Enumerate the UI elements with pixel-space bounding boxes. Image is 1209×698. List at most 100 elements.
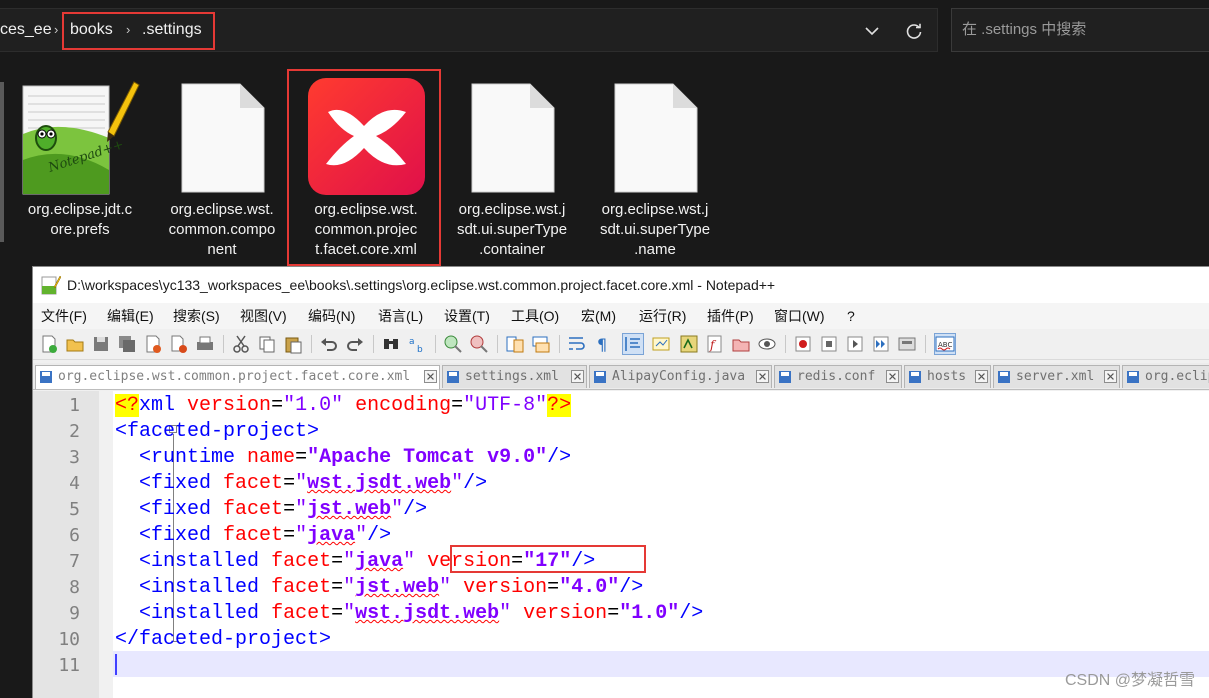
undo-icon[interactable]	[319, 334, 339, 354]
copy-icon[interactable]	[257, 334, 277, 354]
code-line: <fixed facet="java"/>	[139, 524, 392, 547]
replace-icon[interactable]: ab	[407, 334, 427, 354]
code-line: <fixed facet="wst.jsdt.web"/>	[139, 472, 488, 495]
paste-icon[interactable]	[283, 334, 303, 354]
highlight-box-breadcrumb	[62, 12, 215, 50]
refresh-icon[interactable]	[905, 23, 923, 41]
doc-map-icon[interactable]	[679, 334, 699, 354]
close-tab-icon[interactable]	[975, 370, 988, 383]
tab-org-eclipse[interactable]: org.eclipse	[1122, 365, 1209, 388]
folder-workspace-icon[interactable]	[731, 334, 751, 354]
close-file-icon[interactable]	[143, 334, 163, 354]
svg-text:a: a	[409, 337, 415, 347]
tab-settings-xml[interactable]: settings.xml	[442, 365, 587, 388]
menu-plugins[interactable]: 插件(P)	[707, 303, 754, 329]
tab-alipayconfig-java[interactable]: AlipayConfig.java	[589, 365, 772, 388]
chevron-down-icon[interactable]	[864, 25, 880, 37]
menu-bar: 文件(F) 编辑(E) 搜索(S) 视图(V) 编码(N) 语言(L) 设置(T…	[33, 303, 1209, 329]
tab-server-xml[interactable]: server.xml	[993, 365, 1120, 388]
toolbar-separator	[373, 335, 374, 353]
play-macro-icon[interactable]	[845, 334, 865, 354]
search-input[interactable]: 在 .settings 中搜索	[951, 8, 1209, 52]
toolbar-separator	[223, 335, 224, 353]
watermark: CSDN @梦凝哲雪	[1064, 672, 1195, 689]
code-editor[interactable]: 1 2 3 4 5 6 7 8 9 10 11 <?xml version="1…	[33, 391, 1209, 698]
tab-facet-core-xml[interactable]: org.eclipse.wst.common.project.facet.cor…	[35, 365, 440, 389]
save-icon[interactable]	[91, 334, 111, 354]
close-tab-icon[interactable]	[756, 370, 769, 383]
menu-tools[interactable]: 工具(O)	[511, 303, 559, 329]
breadcrumb-workspace[interactable]: ces_ee	[0, 9, 52, 51]
close-tab-icon[interactable]	[424, 370, 437, 383]
close-tab-icon[interactable]	[1104, 370, 1117, 383]
word-wrap-icon[interactable]	[567, 334, 587, 354]
file-saved-icon	[40, 371, 52, 383]
highlight-box-version	[450, 545, 646, 573]
zoom-out-icon[interactable]	[469, 334, 489, 354]
scrollbar[interactable]	[0, 82, 4, 242]
save-all-icon[interactable]	[117, 334, 137, 354]
new-file-icon[interactable]	[39, 334, 59, 354]
breadcrumb-separator-icon: ›	[54, 22, 59, 37]
menu-help[interactable]: ?	[847, 303, 855, 329]
menu-language[interactable]: 语言(L)	[378, 303, 423, 329]
line-number: 2	[69, 421, 80, 442]
menu-window[interactable]: 窗口(W)	[774, 303, 825, 329]
tab-bar: org.eclipse.wst.common.project.facet.cor…	[33, 363, 1209, 390]
window-title: D:\workspaces\yc133_workspaces_ee\books\…	[67, 277, 776, 293]
sync-vertical-icon[interactable]	[505, 334, 525, 354]
file-name: org.eclipse.wst.j sdt.ui.superType .name	[599, 201, 711, 258]
highlight-box-file	[287, 69, 441, 266]
menu-search[interactable]: 搜索(S)	[173, 303, 220, 329]
notepadpp-app-icon	[41, 275, 61, 295]
menu-file[interactable]: 文件(F)	[41, 303, 87, 329]
code-line: <installed facet="jst.web" version="4.0"…	[139, 576, 644, 599]
monitoring-icon[interactable]	[757, 334, 777, 354]
file-saved-icon	[1127, 371, 1139, 383]
redo-icon[interactable]	[345, 334, 365, 354]
title-bar[interactable]: D:\workspaces\yc133_workspaces_ee\books\…	[33, 267, 1209, 303]
menu-encoding[interactable]: 编码(N)	[308, 303, 355, 329]
cut-icon[interactable]	[231, 334, 251, 354]
menu-macro[interactable]: 宏(M)	[581, 303, 616, 329]
show-all-chars-icon[interactable]: ¶	[593, 334, 613, 354]
close-all-icon[interactable]	[169, 334, 189, 354]
run-macro-multiple-icon[interactable]	[871, 334, 891, 354]
file-saved-icon	[998, 371, 1010, 383]
line-number: 3	[69, 447, 80, 468]
menu-edit[interactable]: 编辑(E)	[107, 303, 154, 329]
function-list-icon[interactable]: f	[705, 334, 725, 354]
menu-run[interactable]: 运行(R)	[639, 303, 686, 329]
blank-file-icon	[614, 83, 698, 193]
file-name: org.eclipse.wst. common.compo nent	[168, 201, 276, 258]
zoom-in-icon[interactable]	[443, 334, 463, 354]
spell-check-icon[interactable]: ABC	[934, 333, 956, 355]
file-saved-icon	[447, 371, 459, 383]
file-name: org.eclipse.jdt.c ore.prefs	[27, 201, 133, 238]
udl-icon[interactable]	[651, 334, 671, 354]
stop-macro-icon[interactable]	[819, 334, 839, 354]
find-icon[interactable]	[381, 334, 401, 354]
text-caret	[115, 654, 117, 675]
blank-file-icon	[181, 83, 265, 193]
close-tab-icon[interactable]	[886, 370, 899, 383]
print-icon[interactable]	[195, 334, 215, 354]
open-folder-icon[interactable]	[65, 334, 85, 354]
menu-view[interactable]: 视图(V)	[240, 303, 287, 329]
menu-settings[interactable]: 设置(T)	[444, 303, 490, 329]
toolbar-separator	[925, 335, 926, 353]
tab-redis-conf[interactable]: redis.conf	[774, 365, 902, 388]
toolbar-separator	[559, 335, 560, 353]
toolbar-separator	[435, 335, 436, 353]
close-tab-icon[interactable]	[571, 370, 584, 383]
tab-hosts[interactable]: hosts	[904, 365, 991, 388]
line-number: 9	[69, 603, 80, 624]
code-line: <installed facet="wst.jsdt.web" version=…	[139, 602, 704, 625]
toolbar-separator	[311, 335, 312, 353]
sync-horizontal-icon[interactable]	[531, 334, 551, 354]
save-macro-icon[interactable]	[897, 334, 917, 354]
fold-margin[interactable]	[99, 391, 179, 698]
indent-guide-icon[interactable]	[622, 333, 644, 355]
file-saved-icon	[779, 371, 791, 383]
record-macro-icon[interactable]	[793, 334, 813, 354]
